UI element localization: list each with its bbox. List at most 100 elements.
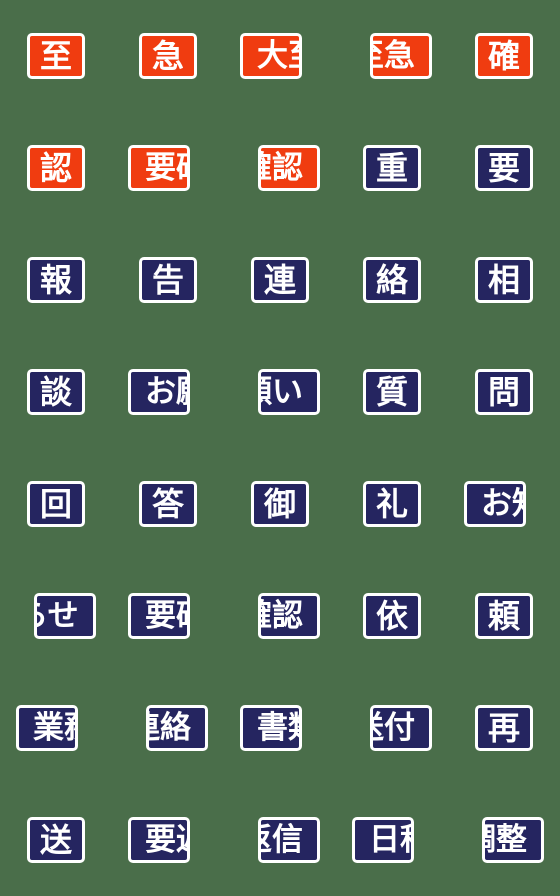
emoji-badge[interactable]: お願 bbox=[128, 369, 190, 415]
emoji-badge[interactable]: 大至 bbox=[240, 33, 302, 79]
emoji-badge-label: 相 bbox=[487, 261, 520, 299]
emoji-cell: お知 bbox=[448, 448, 560, 560]
emoji-badge[interactable]: 談 bbox=[27, 369, 85, 415]
emoji-cell: 日程 bbox=[336, 784, 448, 896]
emoji-badge-label: 送付 bbox=[373, 709, 415, 746]
emoji-badge-label: 頼 bbox=[487, 597, 520, 635]
emoji-cell: 願い bbox=[224, 336, 336, 448]
emoji-cell: 問 bbox=[448, 336, 560, 448]
emoji-badge-label: 確認 bbox=[261, 149, 303, 186]
emoji-badge[interactable]: 質 bbox=[363, 369, 421, 415]
emoji-badge[interactable]: 頼 bbox=[475, 593, 533, 639]
emoji-badge[interactable]: 連 bbox=[251, 257, 309, 303]
emoji-badge[interactable]: 報 bbox=[27, 257, 85, 303]
emoji-badge-label: 答 bbox=[151, 485, 184, 523]
emoji-badge-label: 要確 bbox=[145, 149, 187, 186]
emoji-badge-label: 至 bbox=[39, 37, 72, 75]
emoji-cell: 依 bbox=[336, 560, 448, 672]
emoji-cell: 要確 bbox=[112, 560, 224, 672]
emoji-badge-label: お願 bbox=[145, 373, 187, 410]
emoji-cell: 確認 bbox=[224, 560, 336, 672]
emoji-cell: 送付 bbox=[336, 672, 448, 784]
emoji-badge[interactable]: 再 bbox=[475, 705, 533, 751]
emoji-badge-label: 業務 bbox=[33, 709, 75, 746]
emoji-badge-label: らせ bbox=[37, 597, 79, 634]
emoji-badge[interactable]: 問 bbox=[475, 369, 533, 415]
emoji-badge[interactable]: 告 bbox=[139, 257, 197, 303]
emoji-cell: 連 bbox=[224, 224, 336, 336]
emoji-badge[interactable]: 至 bbox=[27, 33, 85, 79]
emoji-badge-label: 確 bbox=[487, 37, 520, 75]
emoji-badge[interactable]: 要 bbox=[475, 145, 533, 191]
emoji-badge[interactable]: 答 bbox=[139, 481, 197, 527]
emoji-badge[interactable]: 絡 bbox=[363, 257, 421, 303]
emoji-badge[interactable]: 認 bbox=[27, 145, 85, 191]
emoji-badge-label: 御 bbox=[263, 485, 296, 523]
emoji-cell: 頼 bbox=[448, 560, 560, 672]
emoji-badge-label: 調整 bbox=[485, 821, 527, 858]
emoji-badge-label: 日程 bbox=[369, 821, 411, 858]
emoji-cell: 確認 bbox=[224, 112, 336, 224]
emoji-badge-label: 大至 bbox=[257, 37, 299, 74]
emoji-badge[interactable]: らせ bbox=[34, 593, 96, 639]
emoji-badge-label: 認 bbox=[39, 149, 72, 187]
emoji-badge-label: 問 bbox=[487, 373, 520, 411]
emoji-cell: 要確 bbox=[112, 112, 224, 224]
emoji-cell: 返信 bbox=[224, 784, 336, 896]
emoji-badge[interactable]: 至急 bbox=[370, 33, 432, 79]
emoji-cell: 至急 bbox=[336, 0, 448, 112]
emoji-badge[interactable]: 連絡 bbox=[146, 705, 208, 751]
emoji-badge[interactable]: 業務 bbox=[16, 705, 78, 751]
emoji-cell: 談 bbox=[0, 336, 112, 448]
emoji-cell: 急 bbox=[112, 0, 224, 112]
emoji-cell: 相 bbox=[448, 224, 560, 336]
emoji-sticker-sheet: 至急大至至急確認要確確認重要報告連絡相談お願願い質問回答御礼お知らせ要確確認依頼… bbox=[0, 0, 560, 896]
emoji-badge[interactable]: 御 bbox=[251, 481, 309, 527]
emoji-badge-label: 質 bbox=[375, 373, 408, 411]
emoji-badge-label: 返信 bbox=[261, 821, 303, 858]
emoji-badge[interactable]: 調整 bbox=[482, 817, 544, 863]
emoji-cell: 答 bbox=[112, 448, 224, 560]
emoji-cell: お願 bbox=[112, 336, 224, 448]
emoji-badge[interactable]: お知 bbox=[464, 481, 526, 527]
emoji-badge[interactable]: 重 bbox=[363, 145, 421, 191]
emoji-cell: 回 bbox=[0, 448, 112, 560]
emoji-badge[interactable]: 要確 bbox=[128, 593, 190, 639]
emoji-badge[interactable]: 急 bbox=[139, 33, 197, 79]
emoji-badge[interactable]: 確認 bbox=[258, 145, 320, 191]
emoji-cell: 書類 bbox=[224, 672, 336, 784]
emoji-badge-label: 再 bbox=[487, 709, 520, 747]
emoji-cell: 連絡 bbox=[112, 672, 224, 784]
emoji-cell: 送 bbox=[0, 784, 112, 896]
emoji-badge[interactable]: 要返 bbox=[128, 817, 190, 863]
emoji-badge[interactable]: 確 bbox=[475, 33, 533, 79]
emoji-cell: 至 bbox=[0, 0, 112, 112]
emoji-badge-label: 要 bbox=[487, 149, 520, 187]
emoji-badge-label: 要返 bbox=[145, 821, 187, 858]
emoji-badge-label: お知 bbox=[481, 485, 523, 522]
emoji-badge[interactable]: 返信 bbox=[258, 817, 320, 863]
emoji-badge[interactable]: 確認 bbox=[258, 593, 320, 639]
emoji-cell: 報 bbox=[0, 224, 112, 336]
emoji-cell: らせ bbox=[0, 560, 112, 672]
emoji-badge-label: 急 bbox=[151, 37, 184, 75]
emoji-badge[interactable]: 書類 bbox=[240, 705, 302, 751]
emoji-cell: 御 bbox=[224, 448, 336, 560]
emoji-badge-label: 要確 bbox=[145, 597, 187, 634]
emoji-badge[interactable]: 礼 bbox=[363, 481, 421, 527]
emoji-cell: 重 bbox=[336, 112, 448, 224]
emoji-badge-label: 絡 bbox=[375, 261, 408, 299]
emoji-badge[interactable]: 依 bbox=[363, 593, 421, 639]
emoji-badge[interactable]: 相 bbox=[475, 257, 533, 303]
emoji-badge[interactable]: 願い bbox=[258, 369, 320, 415]
emoji-badge[interactable]: 送付 bbox=[370, 705, 432, 751]
emoji-cell: 要返 bbox=[112, 784, 224, 896]
emoji-badge[interactable]: 日程 bbox=[352, 817, 414, 863]
emoji-badge[interactable]: 回 bbox=[27, 481, 85, 527]
emoji-badge[interactable]: 要確 bbox=[128, 145, 190, 191]
emoji-badge-label: 回 bbox=[39, 485, 72, 523]
emoji-badge-label: 連 bbox=[263, 261, 296, 299]
emoji-badge[interactable]: 送 bbox=[27, 817, 85, 863]
emoji-badge-label: 報 bbox=[39, 261, 72, 299]
emoji-badge-label: 談 bbox=[39, 373, 72, 411]
